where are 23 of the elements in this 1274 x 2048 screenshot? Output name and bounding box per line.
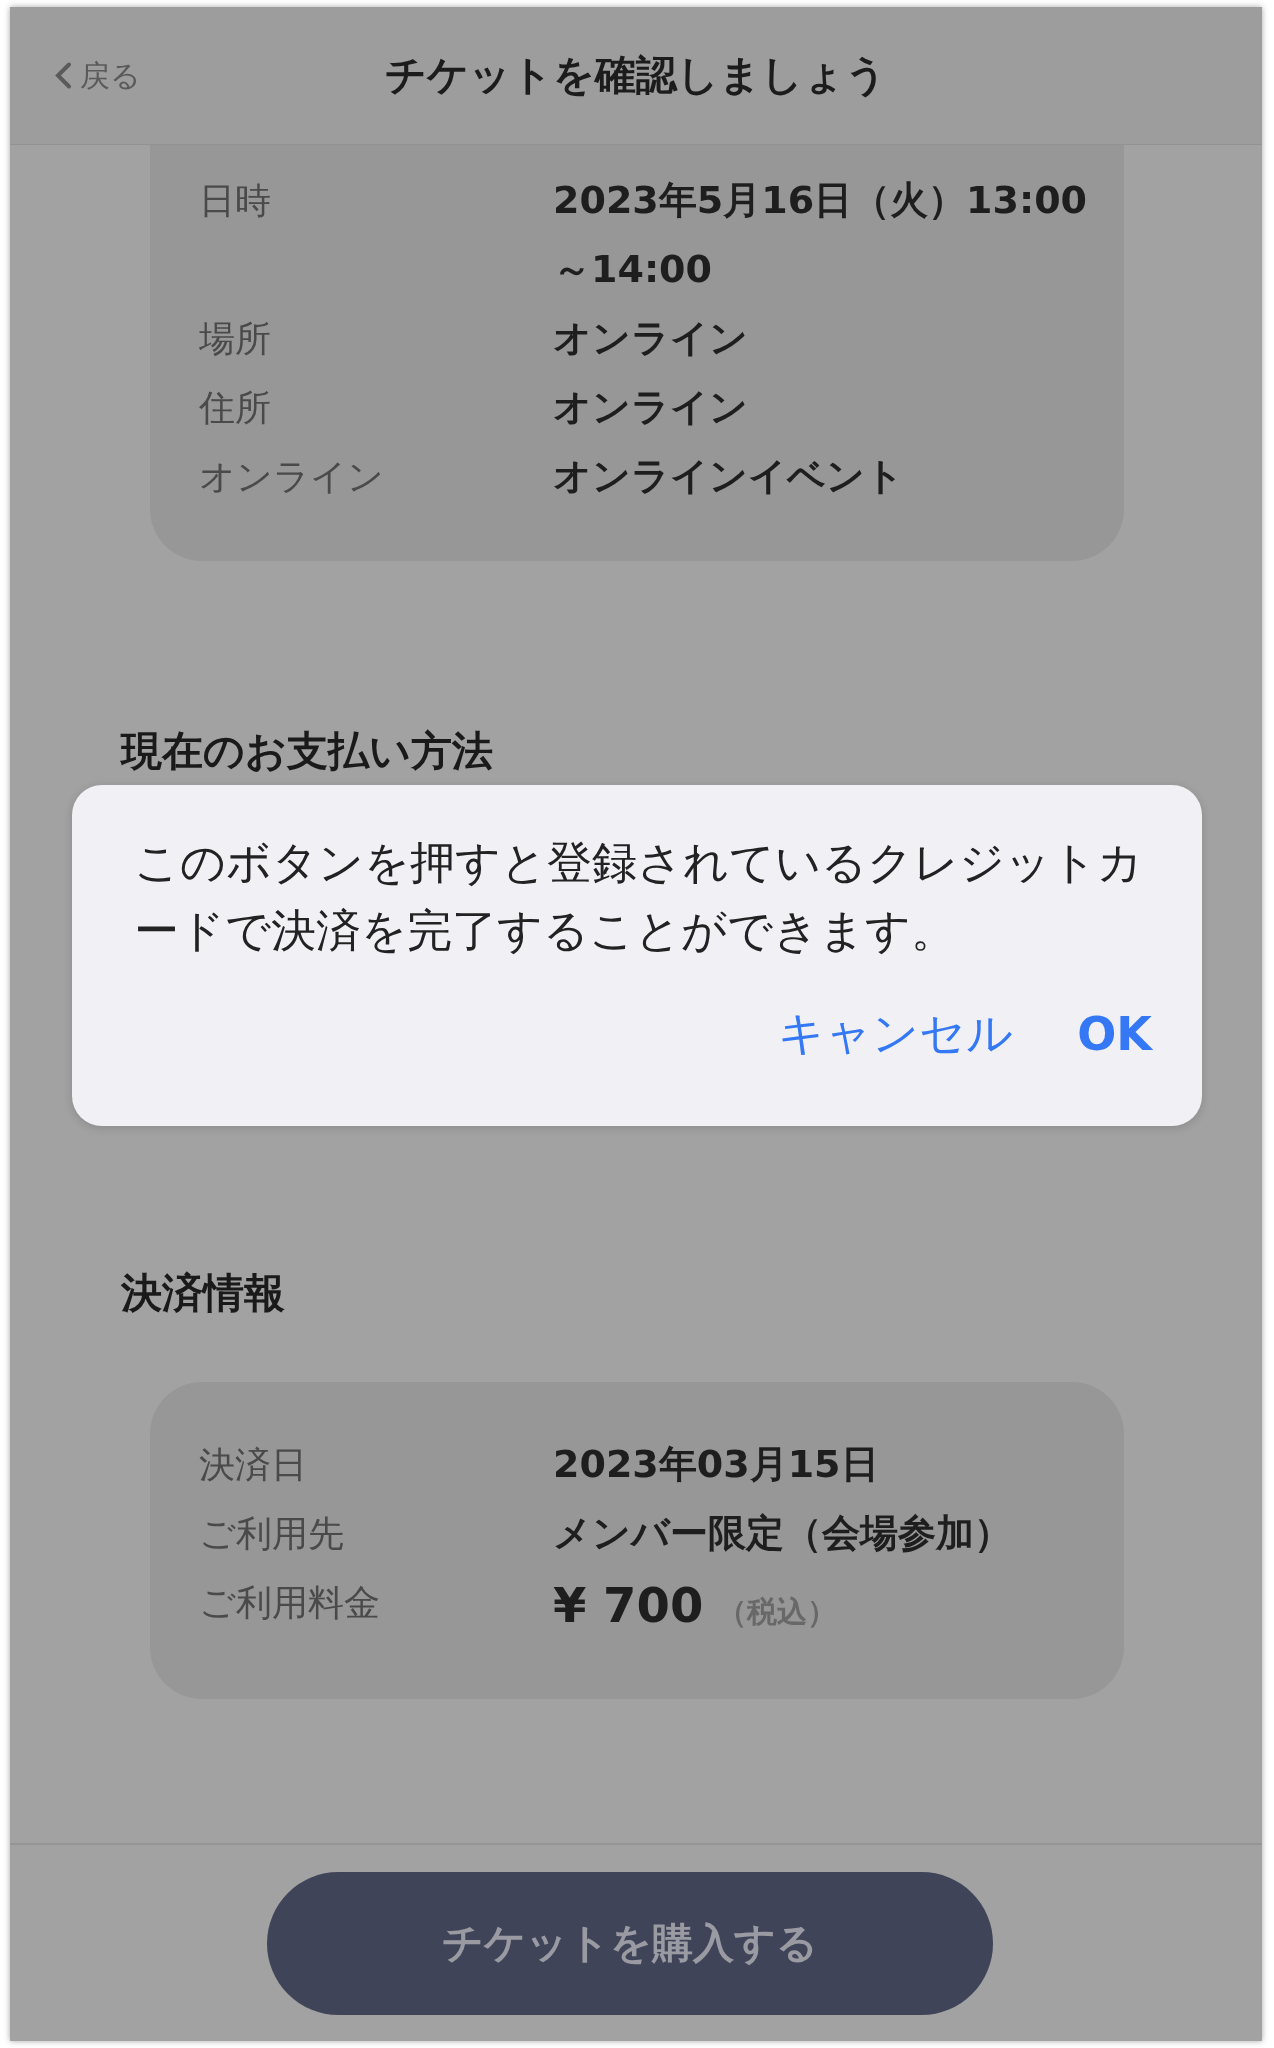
payment-value: メンバー限定（会場参加） <box>553 1510 1013 1557</box>
purchase-button[interactable]: チケットを購入する <box>266 1871 993 2015</box>
payment-value: 2023年03月15日 <box>553 1441 880 1488</box>
payment-label: 決済日 <box>199 1443 308 1487</box>
detail-label: 住所 <box>199 386 272 430</box>
back-button[interactable]: 戻る <box>50 51 145 100</box>
payment-label: ご利用料金 <box>199 1581 381 1625</box>
detail-value: オンラインイベント <box>553 453 905 500</box>
screen-title: チケットを確認しましょう <box>385 50 887 101</box>
detail-label: 日時 <box>199 179 272 223</box>
cancel-button[interactable]: キャンセル <box>778 1003 1014 1065</box>
dialog-message: このボタンを押すと登録されているクレジットカードで決済を完了することができます。 <box>134 835 1144 959</box>
detail-label: オンライン <box>199 455 385 499</box>
ok-button[interactable]: OK <box>1077 1003 1152 1065</box>
detail-value: 2023年5月16日（火）13:00～14:00 <box>553 177 1089 293</box>
price-value: ¥ 700 <box>553 1576 704 1635</box>
chevron-left-icon <box>54 61 72 90</box>
detail-value: オンライン <box>553 315 749 362</box>
section-heading: 決済情報 <box>121 1268 286 1318</box>
payment-label: ご利用先 <box>199 1512 345 1556</box>
detail-label: 場所 <box>199 317 272 361</box>
section-heading: 現在のお支払い方法 <box>121 726 494 776</box>
detail-value: オンライン <box>553 384 749 431</box>
